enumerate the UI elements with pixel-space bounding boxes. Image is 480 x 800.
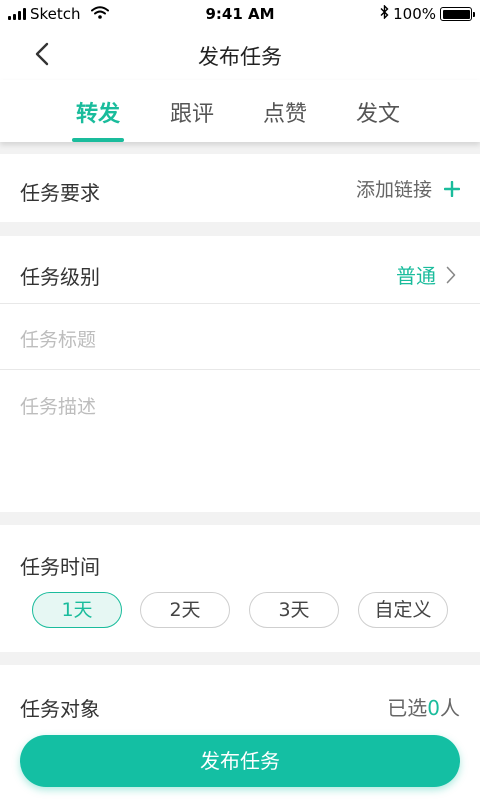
plus-icon xyxy=(444,180,460,197)
nav-bar: 发布任务 xyxy=(0,28,480,80)
tab-active-indicator xyxy=(72,138,124,142)
task-details-card: 任务级别 普通 任务标题 任务描述 xyxy=(0,236,480,512)
time-label: 任务时间 xyxy=(20,555,100,579)
task-time-card: 任务时间 xyxy=(0,525,480,652)
chevron-right-icon xyxy=(446,266,456,283)
page-title: 发布任务 xyxy=(198,45,282,69)
level-row[interactable]: 任务级别 普通 xyxy=(0,236,480,303)
tab-bar: 转发 跟评 点赞 发文 xyxy=(0,80,480,142)
add-link-button[interactable]: 添加链接 xyxy=(356,175,460,202)
battery-percent: 100% xyxy=(393,5,436,23)
tab-like[interactable]: 点赞 xyxy=(245,96,325,128)
bluetooth-icon xyxy=(380,4,389,23)
task-description-input[interactable]: 任务描述 xyxy=(0,370,480,512)
status-right: 100% xyxy=(380,4,475,23)
time-option-3-days[interactable]: 3天 xyxy=(249,592,339,628)
target-label: 任务对象 xyxy=(20,697,100,721)
level-value: 普通 xyxy=(396,264,436,288)
battery-icon xyxy=(440,7,475,21)
requirements-row: 任务要求 添加链接 xyxy=(0,154,480,222)
task-description-placeholder: 任务描述 xyxy=(20,396,97,418)
time-option-1-day[interactable]: 1天 xyxy=(32,592,122,628)
target-suffix: 人 xyxy=(440,696,460,720)
time-option-2-days[interactable]: 2天 xyxy=(140,592,230,628)
level-value-group: 普通 xyxy=(396,260,456,289)
status-bar: Sketch 9:41 AM 100% xyxy=(0,0,480,28)
tab-forward[interactable]: 转发 xyxy=(58,96,138,128)
tab-post[interactable]: 发文 xyxy=(338,96,418,128)
requirements-label: 任务要求 xyxy=(20,181,100,205)
add-link-label: 添加链接 xyxy=(355,179,432,201)
target-count: 0 xyxy=(427,696,440,720)
publish-button[interactable]: 发布任务 xyxy=(20,735,460,787)
target-selected-count[interactable]: 已选0人 xyxy=(387,692,460,721)
level-label: 任务级别 xyxy=(20,265,100,289)
task-title-placeholder: 任务标题 xyxy=(20,329,97,351)
target-prefix: 已选 xyxy=(387,696,428,720)
task-title-input[interactable]: 任务标题 xyxy=(0,304,480,369)
time-option-custom[interactable]: 自定义 xyxy=(358,592,448,628)
tab-comment[interactable]: 跟评 xyxy=(152,96,232,128)
